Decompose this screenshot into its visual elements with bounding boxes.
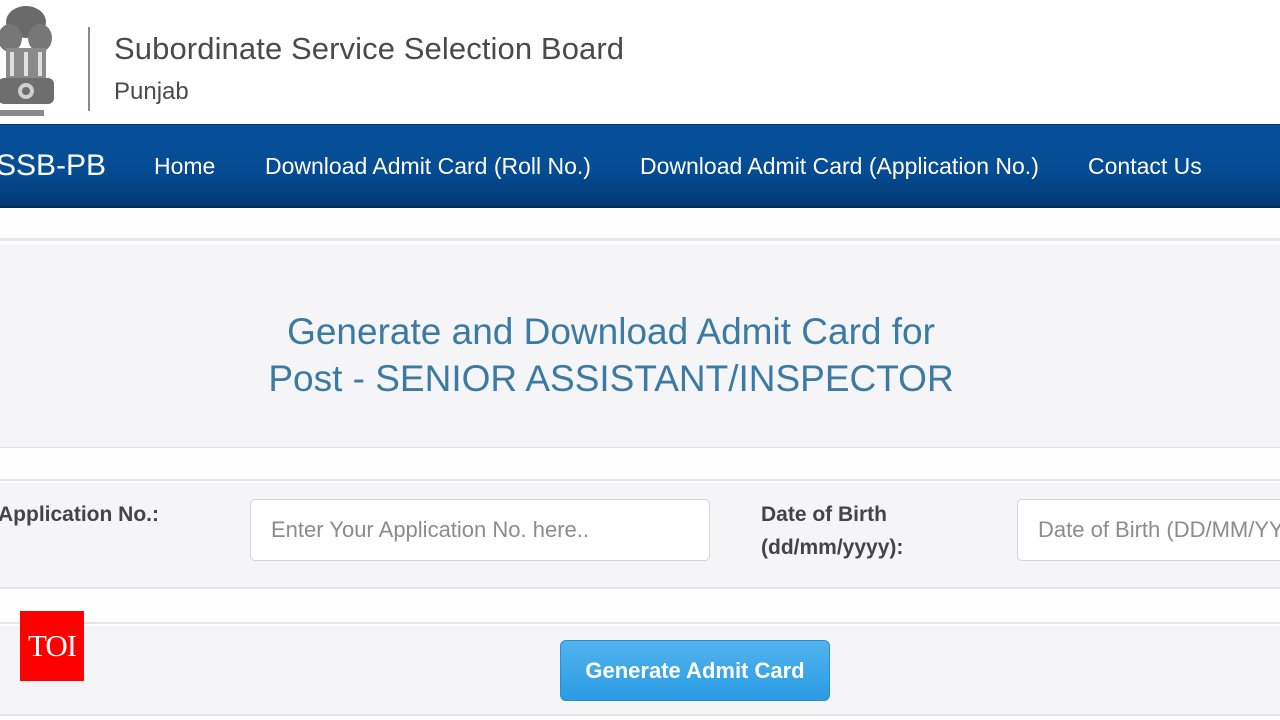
action-row: Generate Admit Card: [0, 626, 1280, 716]
dob-label-line1: Date of Birth: [761, 503, 887, 526]
main-navbar: SSB-PB Home Download Admit Card (Roll No…: [0, 124, 1280, 208]
org-title: Subordinate Service Selection Board: [114, 31, 625, 66]
admit-card-form: Application No.: Date of Birth (dd/mm/yy…: [0, 483, 1280, 589]
nav-item-admit-card-roll-no[interactable]: Download Admit Card (Roll No.): [265, 153, 591, 180]
org-subtitle: Punjab: [114, 78, 189, 105]
generate-admit-card-button[interactable]: Generate Admit Card: [560, 640, 830, 701]
nav-item-contact-us[interactable]: Contact Us: [1088, 153, 1202, 180]
application-no-label: Application No.:: [0, 503, 159, 526]
page-title: Generate and Download Admit Card for Pos…: [0, 308, 1222, 402]
dob-label-line2: (dd/mm/yyyy):: [761, 536, 904, 559]
national-emblem-icon: [0, 6, 54, 116]
dob-input[interactable]: [1017, 499, 1280, 561]
dob-label: Date of Birth (dd/mm/yyyy):: [761, 498, 903, 564]
header-divider: [88, 27, 90, 111]
spacer-band: [0, 208, 1280, 241]
nav-item-home[interactable]: Home: [154, 153, 215, 180]
page-title-line2: Post - SENIOR ASSISTANT/INSPECTOR: [268, 358, 954, 399]
spacer-band: [0, 591, 1280, 624]
page-heading-panel: Generate and Download Admit Card for Pos…: [0, 244, 1280, 448]
spacer-band: [0, 449, 1280, 481]
toi-watermark-logo: TOI: [20, 611, 84, 681]
page-title-line1: Generate and Download Admit Card for: [287, 311, 935, 352]
site-header: Subordinate Service Selection Board Punj…: [0, 0, 1280, 124]
navbar-brand[interactable]: SSB-PB: [0, 149, 106, 183]
nav-item-admit-card-application-no[interactable]: Download Admit Card (Application No.): [640, 153, 1039, 180]
application-no-input[interactable]: [250, 499, 710, 561]
